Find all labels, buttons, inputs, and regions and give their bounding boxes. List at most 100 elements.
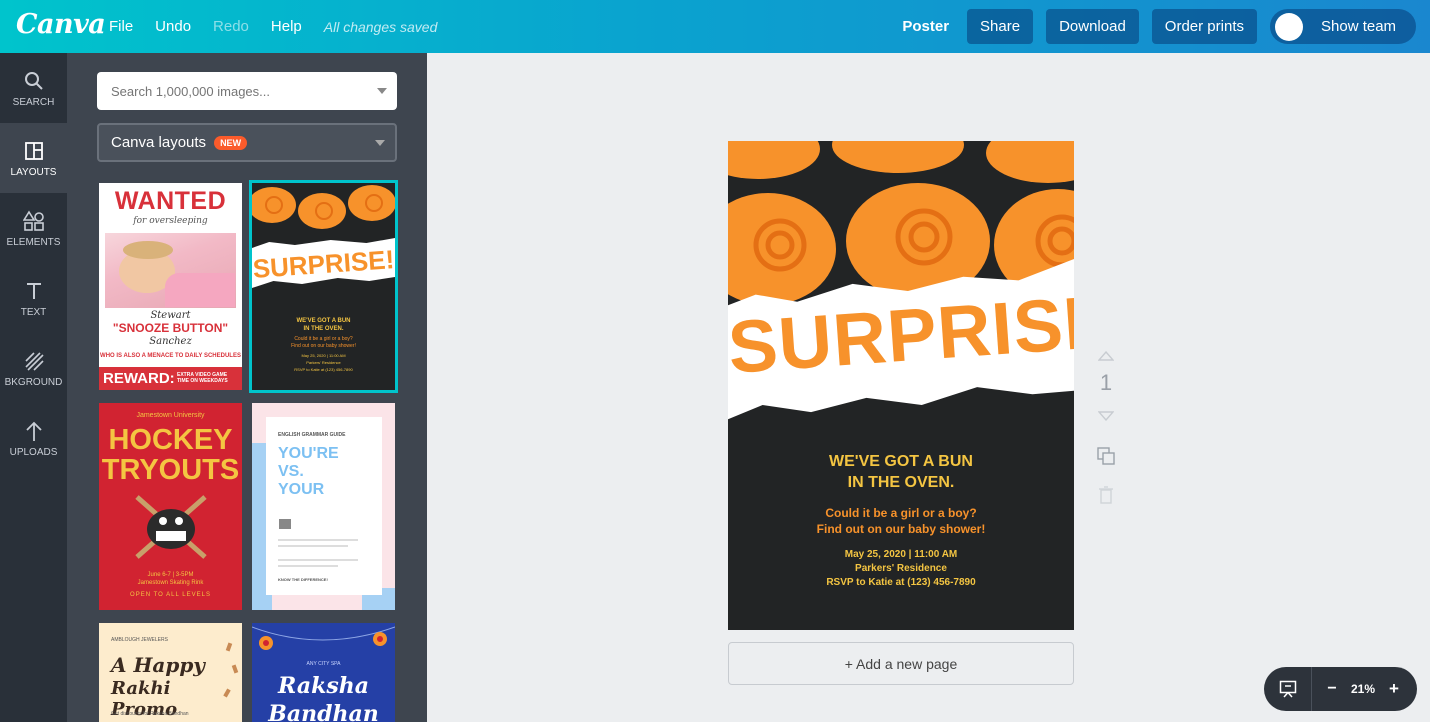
poster-line-6[interactable]: Parkers' Residence — [728, 563, 1074, 574]
header-actions: Poster Share Download Order prints Show … — [902, 0, 1416, 53]
layout-thumb-hockey[interactable]: Jamestown University HOCKEY TRYOUTS June… — [99, 403, 242, 610]
wanted-title: WANTED — [114, 187, 227, 215]
help-menu[interactable]: Help — [271, 18, 302, 35]
raksha-title-1: Raksha — [278, 673, 369, 699]
grammar-card: ENGLISH GRAMMAR GUIDE YOU'RE VS. YOUR KN… — [266, 417, 382, 595]
upload-arrow-icon — [24, 419, 44, 443]
page-up-icon[interactable] — [1094, 348, 1118, 366]
rakhi-kicker: AMBLOUGH JEWELERS — [111, 637, 168, 643]
raksha-kicker: ANY CITY SPA — [306, 661, 341, 667]
page-number: 1 — [1099, 370, 1113, 395]
rakhi-title-1: A Happy — [111, 653, 205, 677]
sleeping-child-photo — [105, 233, 236, 308]
rail-label-text: TEXT — [20, 306, 47, 318]
layouts-icon — [24, 139, 44, 163]
share-button[interactable]: Share — [967, 9, 1034, 44]
side-rail: SEARCH LAYOUTS ELEMENTS TEXT BKGROUND UP… — [0, 53, 67, 722]
reward-bar: REWARD: EXTRA VIDEO GAME TIME ON WEEKDAY… — [99, 367, 242, 390]
file-menu[interactable]: File — [109, 18, 133, 35]
undo-button[interactable]: Undo — [155, 18, 191, 35]
layout-thumb-surprise[interactable]: SURPRISE! WE'VE GOT A BUN IN THE OVEN. C… — [249, 180, 398, 393]
zoom-control: − 21% + — [1264, 667, 1417, 711]
confetti-mark — [231, 664, 239, 674]
poster-line-5[interactable]: May 25, 2020 | 11:00 AM — [728, 549, 1074, 560]
surprise-thumb-l6: Parkers' Residence — [306, 360, 341, 365]
layout-thumb-raksha[interactable]: ANY CITY SPA Raksha Bandhan — [252, 623, 395, 722]
save-status: All changes saved — [323, 18, 438, 35]
download-button[interactable]: Download — [1046, 9, 1139, 44]
poster-line-4[interactable]: Find out on our baby shower! — [728, 522, 1074, 536]
present-icon[interactable] — [1264, 667, 1312, 711]
delete-page-icon[interactable] — [1094, 486, 1118, 509]
layouts-dropdown[interactable]: Canva layouts NEW — [97, 123, 397, 162]
hockey-open: OPEN TO ALL LEVELS — [130, 592, 211, 598]
grammar-textline — [278, 539, 358, 541]
search-dropdown-icon[interactable] — [377, 88, 387, 94]
hockey-date: June 6-7 | 3-5PM — [147, 572, 194, 578]
hockey-place: Jamestown Skating Rink — [137, 580, 204, 586]
surprise-thumb-l7: RSVP to Katie at (123) 456-7890 — [294, 367, 353, 372]
layout-thumb-rakhi[interactable]: AMBLOUGH JEWELERS A Happy Rakhi Promo Ge… — [99, 623, 242, 722]
reward-note: EXTRA VIDEO GAME TIME ON WEEKDAYS — [177, 372, 228, 384]
team-avatar — [1275, 12, 1303, 41]
chevron-down-icon — [375, 140, 385, 146]
surprise-thumb-l5: May 25, 2020 | 11:00 AM — [301, 353, 346, 358]
hockey-title-2: TRYOUTS — [101, 454, 240, 486]
search-icon — [24, 69, 44, 93]
grammar-kicker: ENGLISH GRAMMAR GUIDE — [278, 432, 346, 438]
book-icon — [279, 519, 291, 529]
rail-item-search[interactable]: SEARCH — [0, 53, 67, 123]
image-search-input[interactable] — [97, 72, 397, 110]
grammar-title-2: VS. — [278, 463, 304, 480]
rail-item-background[interactable]: BKGROUND — [0, 333, 67, 403]
grammar-title-3: YOUR — [278, 481, 325, 498]
zoom-in-button[interactable]: + — [1382, 679, 1406, 699]
rail-item-layouts[interactable]: LAYOUTS — [0, 123, 67, 193]
wanted-subtitle: for oversleeping — [133, 216, 208, 226]
rail-label-layouts: LAYOUTS — [10, 166, 57, 178]
rail-label-background: BKGROUND — [4, 376, 63, 388]
rail-item-text[interactable]: TEXT — [0, 263, 67, 333]
layout-thumb-grammar[interactable]: ENGLISH GRAMMAR GUIDE YOU'RE VS. YOUR KN… — [252, 403, 395, 610]
layout-thumb-wanted[interactable]: WANTED for oversleeping Stewart "SNOOZE … — [99, 183, 242, 390]
duplicate-page-icon[interactable] — [1094, 446, 1118, 471]
show-team-button[interactable]: Show team — [1270, 9, 1416, 44]
hockey-title-1: HOCKEY — [108, 424, 233, 456]
zoom-level[interactable]: 21% — [1344, 682, 1382, 696]
poster-line-7[interactable]: RSVP to Katie at (123) 456-7890 — [728, 577, 1074, 588]
surprise-thumb-l4: Find out on our baby shower! — [291, 343, 356, 349]
add-new-page-button[interactable]: + Add a new page — [728, 642, 1074, 685]
grammar-textline — [278, 545, 348, 547]
order-prints-button[interactable]: Order prints — [1151, 9, 1257, 44]
wanted-name-first: Stewart — [150, 310, 191, 321]
rail-label-uploads: UPLOADS — [9, 446, 58, 458]
surprise-thumb-l1: WE'VE GOT A BUN — [296, 318, 351, 324]
wanted-line: WHO IS ALSO A MENACE TO DAILY SCHEDULES — [100, 353, 241, 359]
hockey-puck-mascot-icon — [135, 495, 207, 559]
canva-logo[interactable]: Canva — [16, 9, 106, 40]
buns-graphic — [252, 185, 395, 229]
rakhi-note: Get discounts for Raksha Bandhan — [111, 711, 189, 717]
poster-line-2[interactable]: IN THE OVEN. — [728, 474, 1074, 492]
rail-item-elements[interactable]: ELEMENTS — [0, 193, 67, 263]
show-team-label: Show team — [1321, 18, 1397, 35]
surprise-thumb-l3: Could it be a girl or a boy? — [294, 336, 353, 342]
rail-item-uploads[interactable]: UPLOADS — [0, 403, 67, 473]
confetti-mark — [225, 642, 233, 652]
top-bar: Canva File Undo Redo Help All changes sa… — [0, 0, 1430, 53]
rail-label-search: SEARCH — [12, 96, 55, 108]
poster-canvas[interactable]: SURPRISE! WE'VE GOT A BUN IN THE OVEN. C… — [728, 141, 1074, 630]
grammar-cta: KNOW THE DIFFERENCE! — [278, 577, 328, 582]
redo-button[interactable]: Redo — [213, 18, 249, 35]
layouts-panel: Canva layouts NEW WANTED for oversleepin… — [67, 53, 427, 722]
poster-line-3[interactable]: Could it be a girl or a boy? — [728, 506, 1074, 520]
text-icon — [24, 279, 44, 303]
layouts-dropdown-label: Canva layouts — [111, 134, 207, 151]
new-badge: NEW — [214, 135, 248, 150]
page-down-icon[interactable] — [1094, 408, 1118, 426]
hockey-school: Jamestown University — [136, 412, 205, 419]
poster-line-1[interactable]: WE'VE GOT A BUN — [728, 453, 1074, 471]
zoom-out-button[interactable]: − — [1320, 680, 1344, 698]
reward-label: REWARD: — [103, 370, 175, 387]
document-type[interactable]: Poster — [902, 18, 949, 35]
